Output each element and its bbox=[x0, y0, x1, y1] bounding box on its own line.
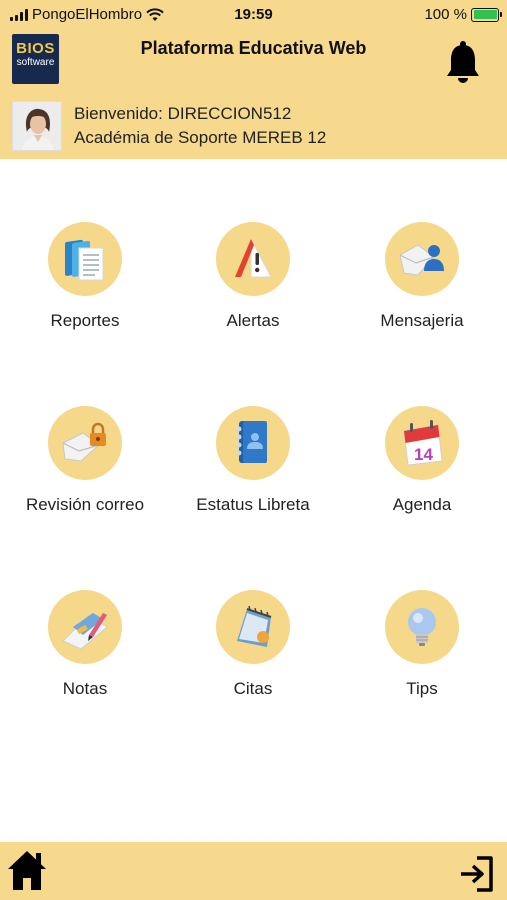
exit-icon[interactable] bbox=[457, 854, 497, 894]
menu-item-revision-correo[interactable]: Revisión correo bbox=[1, 406, 169, 515]
user-info: Bienvenido: DIRECCION512 Académia de Sop… bbox=[12, 101, 326, 151]
notebook-icon bbox=[236, 421, 267, 463]
battery-status: 100 % bbox=[424, 6, 502, 23]
menu-item-label: Alertas bbox=[226, 311, 280, 330]
reports-icon bbox=[65, 239, 104, 281]
lightbulb-icon bbox=[408, 608, 436, 646]
menu-item-label: Estatus Libreta bbox=[196, 495, 310, 514]
messaging-circle bbox=[385, 222, 459, 296]
menu-item-agenda[interactable]: 14 Agenda bbox=[338, 406, 506, 515]
menu-item-label: Notas bbox=[62, 679, 108, 698]
school-name: Académia de Soporte MEREB 12 bbox=[74, 128, 327, 147]
alert-icon bbox=[235, 238, 272, 278]
mail-lock-icon bbox=[62, 422, 106, 462]
alerts-circle bbox=[216, 222, 290, 296]
tips-circle bbox=[385, 590, 459, 664]
home-icon[interactable] bbox=[6, 848, 48, 892]
messaging-icon bbox=[399, 244, 444, 276]
appointments-icon bbox=[237, 605, 272, 647]
appointments-circle bbox=[216, 590, 290, 664]
menu-item-reportes[interactable]: Reportes bbox=[1, 222, 169, 331]
notebook-circle bbox=[216, 406, 290, 480]
menu-item-label: Agenda bbox=[392, 495, 452, 514]
menu-item-tips[interactable]: Tips bbox=[338, 590, 506, 699]
reports-circle bbox=[48, 222, 122, 296]
menu-item-citas[interactable]: Citas bbox=[169, 590, 337, 699]
menu-item-label: Reportes bbox=[50, 311, 120, 330]
menu-item-label: Tips bbox=[406, 679, 438, 698]
menu-item-alertas[interactable]: Alertas bbox=[169, 222, 337, 331]
menu-item-label: Mensajeria bbox=[380, 311, 464, 330]
calendar-icon: 14 bbox=[403, 420, 443, 466]
battery-percent: 100 % bbox=[424, 6, 467, 23]
menu-item-notas[interactable]: Notas bbox=[1, 590, 169, 699]
svg-text:14: 14 bbox=[414, 445, 433, 464]
menu-item-label: Citas bbox=[233, 679, 273, 698]
menu-item-label: Revisión correo bbox=[25, 495, 145, 514]
avatar bbox=[12, 101, 62, 151]
calendar-circle: 14 bbox=[385, 406, 459, 480]
menu-item-estatus-libreta[interactable]: Estatus Libreta bbox=[169, 406, 337, 515]
page-title: Plataforma Educativa Web bbox=[140, 38, 367, 58]
notes-circle bbox=[48, 590, 122, 664]
notes-icon bbox=[62, 613, 108, 650]
welcome-text: Bienvenido: DIRECCION512 bbox=[74, 104, 292, 123]
menu-item-mensajeria[interactable]: Mensajeria bbox=[338, 222, 506, 331]
header: BIOS software Plataforma Educativa Web B… bbox=[0, 30, 507, 159]
mail-lock-circle bbox=[48, 406, 122, 480]
notification-bell-icon[interactable] bbox=[444, 40, 482, 84]
bottom-bar bbox=[0, 842, 507, 900]
status-bar: PongoElHombro 19:59 100 % bbox=[0, 0, 507, 30]
battery-icon bbox=[471, 7, 502, 22]
